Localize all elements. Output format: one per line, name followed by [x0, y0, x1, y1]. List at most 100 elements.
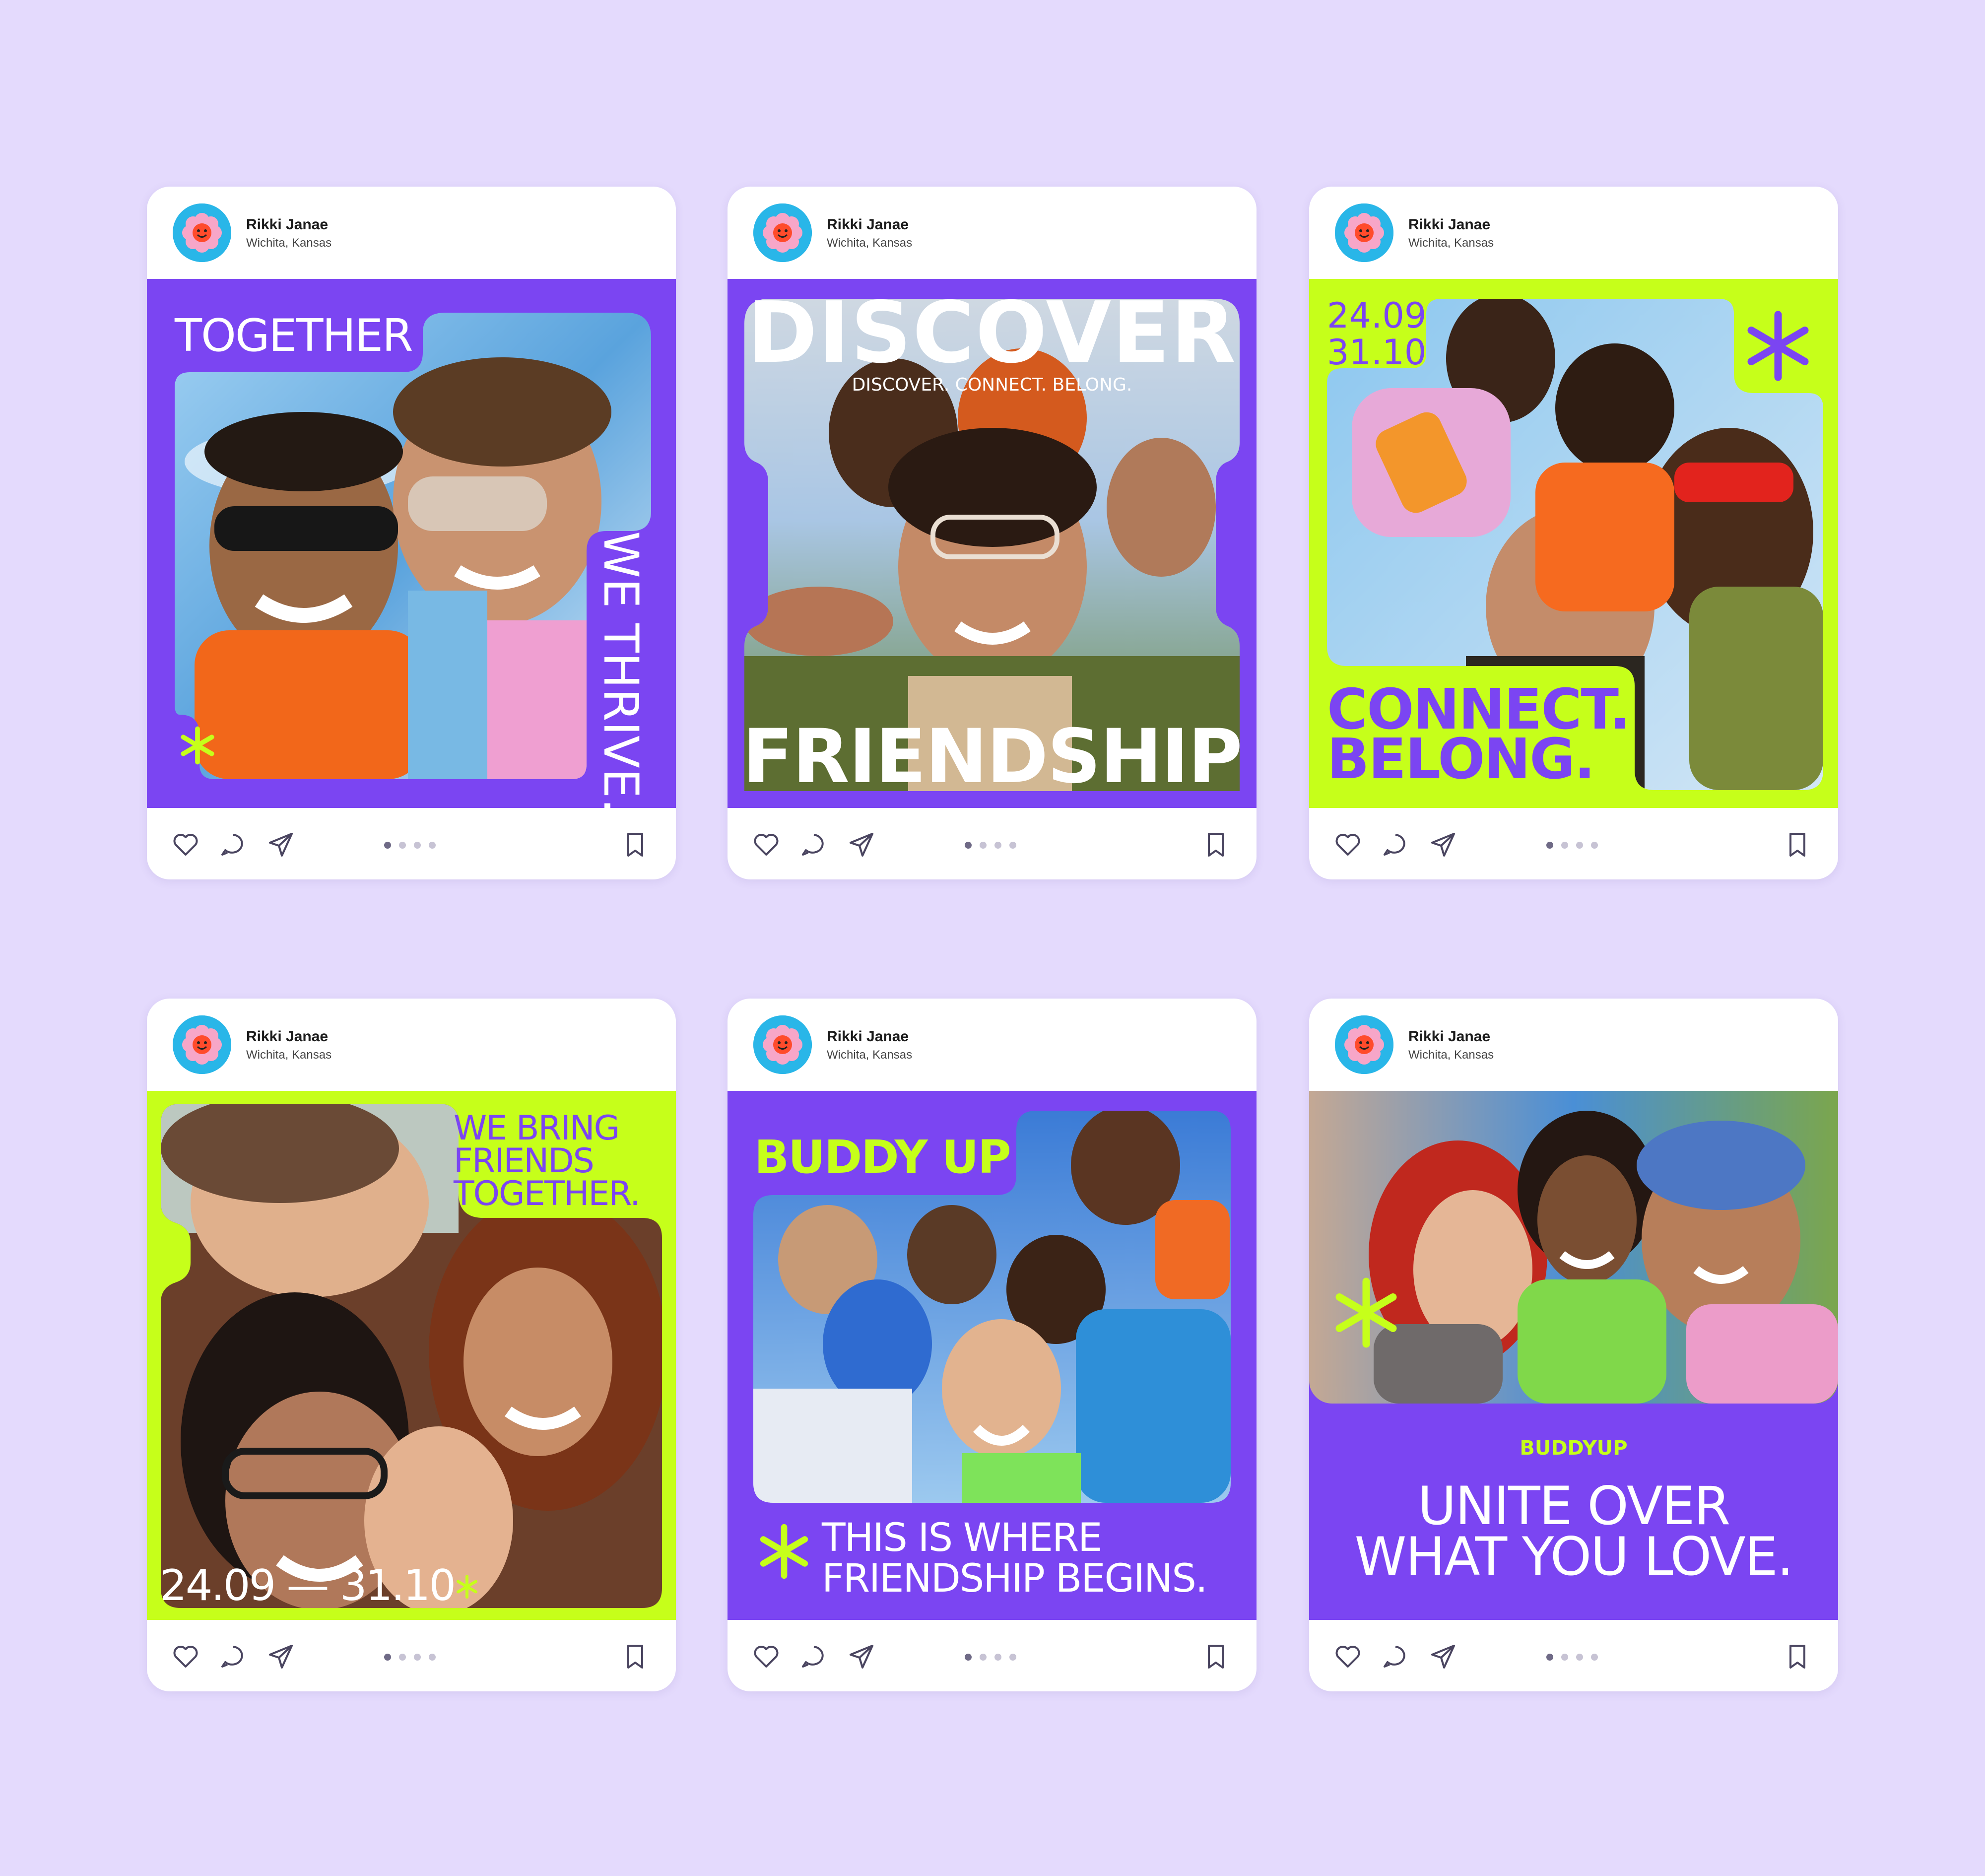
- post-headline: DISCOVER: [747, 284, 1237, 382]
- user-location: Wichita, Kansas: [1408, 1048, 1494, 1062]
- avatar[interactable]: [753, 203, 812, 262]
- user-location: Wichita, Kansas: [246, 1048, 332, 1062]
- post-actions: [147, 808, 676, 879]
- bookmark-icon[interactable]: [1783, 830, 1812, 860]
- speech-bubble-icon[interactable]: [799, 830, 829, 860]
- avatar[interactable]: [753, 1015, 812, 1074]
- post-actions: [1309, 1620, 1838, 1691]
- speech-bubble-icon[interactable]: [799, 1642, 829, 1672]
- bookmark-icon[interactable]: [620, 1642, 650, 1672]
- post-image[interactable]: 24.09 31.10 CONNECT. BELONG.: [1309, 279, 1838, 808]
- carousel-dots[interactable]: [1546, 842, 1606, 849]
- group-selfie-photo: [175, 313, 651, 779]
- post-vertical-text: WE THRIVE.: [593, 531, 649, 808]
- heart-icon[interactable]: [171, 1642, 200, 1672]
- speech-bubble-icon[interactable]: [218, 830, 248, 860]
- user-location: Wichita, Kansas: [1408, 236, 1494, 250]
- post-card-6: Rikki Janae Wichita, Kansas BUDDYUP UNIT…: [1309, 999, 1838, 1691]
- post-image[interactable]: DISCOVER DISCOVER. CONNECT. BELONG. FRIE…: [728, 279, 1257, 808]
- carousel-dots[interactable]: [384, 1654, 444, 1661]
- heart-icon[interactable]: [751, 830, 781, 860]
- post-line-2: FRIENDSHIP BEGINS.: [822, 1556, 1208, 1601]
- post-image[interactable]: BUDDYUP UNITE OVER WHAT YOU LOVE.: [1309, 1091, 1838, 1620]
- heart-icon[interactable]: [171, 830, 200, 860]
- post-card-4: Rikki Janae Wichita, Kansas WE BRING FRI…: [147, 999, 676, 1691]
- carousel-dots[interactable]: [384, 842, 444, 849]
- post-line-3: TOGETHER.: [454, 1174, 641, 1213]
- flower-smiley-icon: [1335, 203, 1393, 262]
- username[interactable]: Rikki Janae: [246, 216, 328, 233]
- username[interactable]: Rikki Janae: [1408, 216, 1490, 233]
- post-headline: TOGETHER: [175, 310, 413, 362]
- post-line-2: WHAT YOU LOVE.: [1354, 1526, 1794, 1587]
- carousel-dots[interactable]: [1546, 1654, 1606, 1661]
- post-brand: BUDDYUP: [1520, 1437, 1628, 1460]
- flower-smiley-icon: [753, 203, 812, 262]
- post-header: Rikki Janae Wichita, Kansas: [147, 187, 676, 279]
- post-card-3: Rikki Janae Wichita, Kansas 24.09 31.10 …: [1309, 187, 1838, 879]
- post-header: Rikki Janae Wichita, Kansas: [728, 999, 1257, 1091]
- bookmark-icon[interactable]: [1201, 830, 1231, 860]
- paper-plane-icon[interactable]: [1428, 1642, 1458, 1672]
- avatar[interactable]: [173, 1015, 231, 1074]
- post-dates: 24.09 — 31.10: [160, 1561, 456, 1610]
- paper-plane-icon[interactable]: [266, 830, 296, 860]
- bookmark-icon[interactable]: [1201, 1642, 1231, 1672]
- post-date-start: 24.09: [1327, 295, 1427, 336]
- post-header: Rikki Janae Wichita, Kansas: [1309, 999, 1838, 1091]
- user-location: Wichita, Kansas: [827, 236, 913, 250]
- carousel-dots[interactable]: [965, 842, 1024, 849]
- post-bottom-text: FRIENDSHIP: [742, 714, 1243, 800]
- username[interactable]: Rikki Janae: [246, 1028, 328, 1045]
- bookmark-icon[interactable]: [620, 830, 650, 860]
- heart-icon[interactable]: [751, 1642, 781, 1672]
- post-headline: BUDDY UP: [754, 1131, 1011, 1184]
- post-image[interactable]: TOGETHER WE THRIVE.: [147, 279, 676, 808]
- post-line-1: WE BRING: [454, 1109, 620, 1148]
- post-card-5: Rikki Janae Wichita, Kansas BUDDY UP THI…: [728, 999, 1257, 1691]
- paper-plane-icon[interactable]: [266, 1642, 296, 1672]
- post-image[interactable]: WE BRING FRIENDS TOGETHER. 24.09 — 31.10: [147, 1091, 676, 1620]
- user-location: Wichita, Kansas: [246, 236, 332, 250]
- heart-icon[interactable]: [1333, 830, 1363, 860]
- group-selfie-photo: [1309, 1091, 1838, 1404]
- post-line-1: UNITE OVER: [1417, 1475, 1730, 1537]
- username[interactable]: Rikki Janae: [827, 216, 909, 233]
- flower-smiley-icon: [753, 1015, 812, 1074]
- asterisk-star-icon: [178, 726, 217, 765]
- heart-icon[interactable]: [1333, 1642, 1363, 1672]
- flower-smiley-icon: [173, 1015, 231, 1074]
- flower-smiley-icon: [173, 203, 231, 262]
- user-location: Wichita, Kansas: [827, 1048, 913, 1062]
- post-actions: [147, 1620, 676, 1691]
- asterisk-star-icon: [455, 1574, 479, 1599]
- speech-bubble-icon[interactable]: [1381, 830, 1410, 860]
- bookmark-icon[interactable]: [1783, 1642, 1812, 1672]
- post-line-2: BELONG.: [1327, 727, 1595, 792]
- asterisk-star-icon: [1329, 1275, 1403, 1350]
- post-actions: [728, 1620, 1257, 1691]
- post-image[interactable]: BUDDY UP THIS IS WHERE FRIENDSHIP BEGINS…: [728, 1091, 1257, 1620]
- username[interactable]: Rikki Janae: [1408, 1028, 1490, 1045]
- paper-plane-icon[interactable]: [847, 1642, 876, 1672]
- paper-plane-icon[interactable]: [847, 830, 876, 860]
- speech-bubble-icon[interactable]: [218, 1642, 248, 1672]
- post-date-end: 31.10: [1327, 332, 1427, 373]
- speech-bubble-icon[interactable]: [1381, 1642, 1410, 1672]
- post-card-2: Rikki Janae Wichita, Kansas DISCOVER DIS…: [728, 187, 1257, 879]
- post-actions: [728, 808, 1257, 879]
- avatar[interactable]: [173, 203, 231, 262]
- post-tagline: DISCOVER. CONNECT. BELONG.: [852, 375, 1132, 395]
- carousel-dots[interactable]: [965, 1654, 1024, 1661]
- post-line-1: THIS IS WHERE: [822, 1516, 1102, 1560]
- paper-plane-icon[interactable]: [1428, 830, 1458, 860]
- post-header: Rikki Janae Wichita, Kansas: [1309, 187, 1838, 279]
- post-header: Rikki Janae Wichita, Kansas: [147, 999, 676, 1091]
- avatar[interactable]: [1335, 1015, 1393, 1074]
- post-actions: [1309, 808, 1838, 879]
- username[interactable]: Rikki Janae: [827, 1028, 909, 1045]
- avatar[interactable]: [1335, 203, 1393, 262]
- post-card-1: Rikki Janae Wichita, Kansas TOGETHER WE …: [147, 187, 676, 879]
- asterisk-star-icon: [755, 1523, 813, 1580]
- flower-smiley-icon: [1335, 1015, 1393, 1074]
